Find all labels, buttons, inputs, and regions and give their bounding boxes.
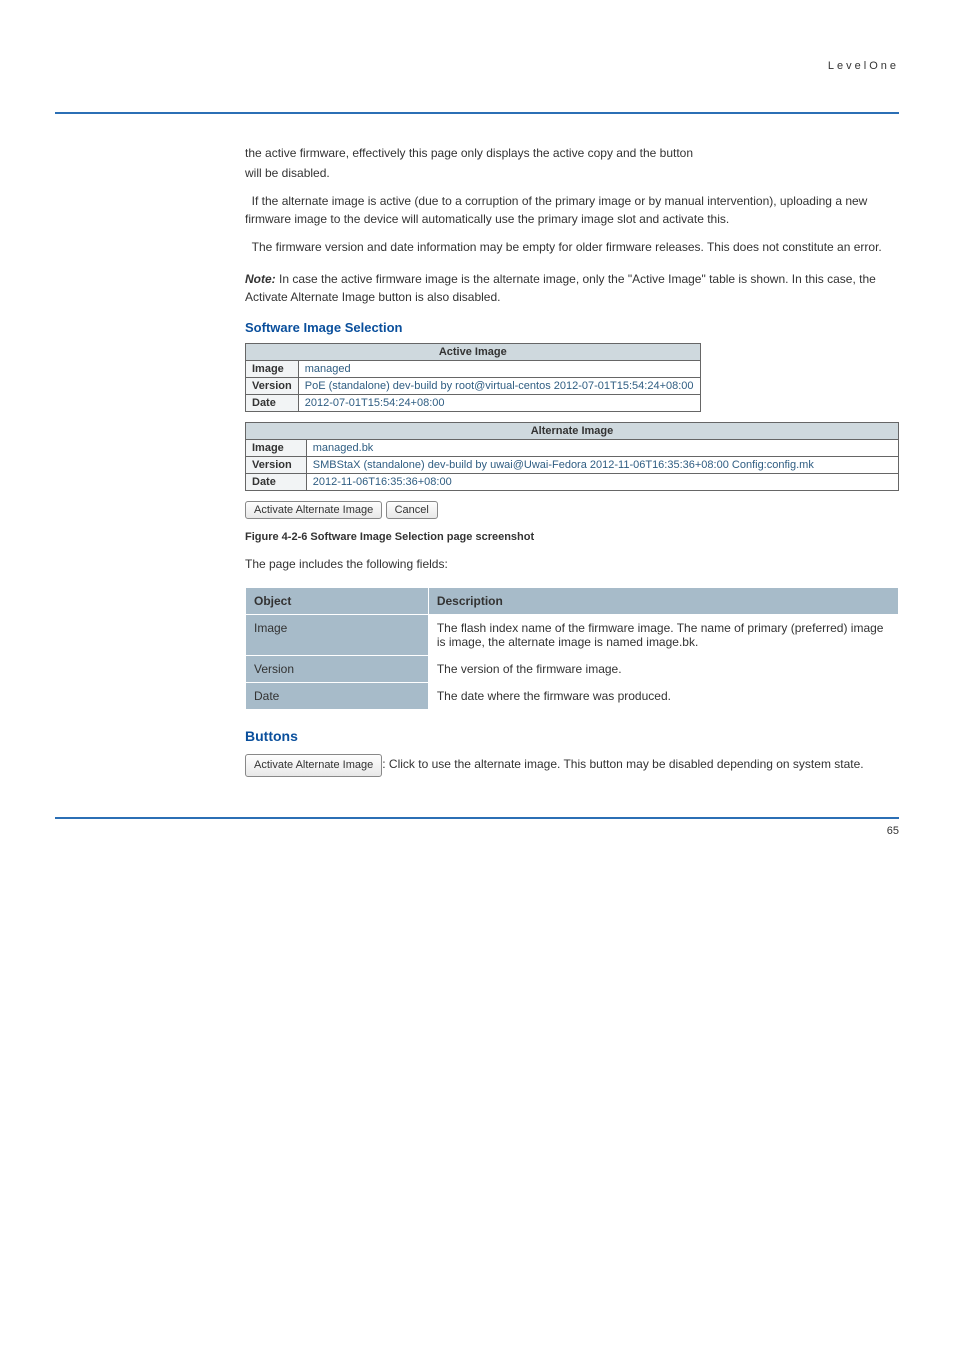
param-version-name: Version [246,656,429,683]
figure-caption: Figure 4-2-6 Software Image Selection pa… [245,531,899,543]
intro-line1: the active firmware, effectively this pa… [245,144,899,162]
intro-line2: will be disabled. [245,164,899,182]
activate-alternate-button-inline: Activate Alternate Image [245,754,382,777]
param-image-name: Image [246,615,429,656]
alt-row-date-value: 2012-11-06T16:35:36+08:00 [306,474,898,491]
alt-row-version-label: Version [246,457,307,474]
screenshot-button-row: Activate Alternate Image Cancel [245,501,899,519]
param-date-name: Date [246,683,429,710]
param-header-object: Object [246,588,429,615]
param-header-description: Description [428,588,898,615]
alt-row-date-label: Date [246,474,307,491]
active-row-version-value: PoE (standalone) dev-build by root@virtu… [298,378,700,395]
note-label: Note: [245,272,276,286]
screenshot-container: Software Image Selection Active Image Im… [245,320,899,519]
active-row-image-label: Image [246,361,299,378]
activate-alternate-button[interactable]: Activate Alternate Image [245,501,382,519]
buttons-description: Activate Alternate Image: Click to use t… [245,754,899,777]
footer-page-number: 65 [887,825,899,837]
alt-row-image-label: Image [246,440,307,457]
cancel-button[interactable]: Cancel [386,501,438,519]
header-brand: LevelOne [55,60,899,72]
header-rule [55,112,899,114]
alt-row-image-value: managed.bk [306,440,898,457]
param-version-desc: The version of the firmware image. [428,656,898,683]
screenshot-title: Software Image Selection [245,320,899,335]
alternate-image-table: Alternate Image Image managed.bk Version… [245,422,899,491]
buttons-heading: Buttons [245,728,899,744]
page-footer: 65 [55,817,899,837]
alternate-image-header: Alternate Image [246,423,899,440]
active-row-version-label: Version [246,378,299,395]
intro-para3: The firmware version and date informatio… [245,238,899,256]
parameter-table: Object Description Image The flash index… [245,587,899,710]
active-image-table: Active Image Image managed Version PoE (… [245,343,701,412]
param-date-desc: The date where the firmware was produced… [428,683,898,710]
active-row-date-label: Date [246,395,299,412]
intro-para2: If the alternate image is active (due to… [245,192,899,228]
param-intro: The page includes the following fields: [245,555,899,573]
buttons-description-rest: : Click to use the alternate image. This… [382,757,863,771]
active-image-header: Active Image [246,344,701,361]
note-text: In case the active firmware image is the… [245,272,876,304]
alt-row-version-value: SMBStaX (standalone) dev-build by uwai@U… [306,457,898,474]
footer-rule [55,817,899,819]
param-image-desc: The flash index name of the firmware ima… [428,615,898,656]
active-row-image-value: managed [298,361,700,378]
note-block: Note: In case the active firmware image … [245,270,899,306]
active-row-date-value: 2012-07-01T15:54:24+08:00 [298,395,700,412]
